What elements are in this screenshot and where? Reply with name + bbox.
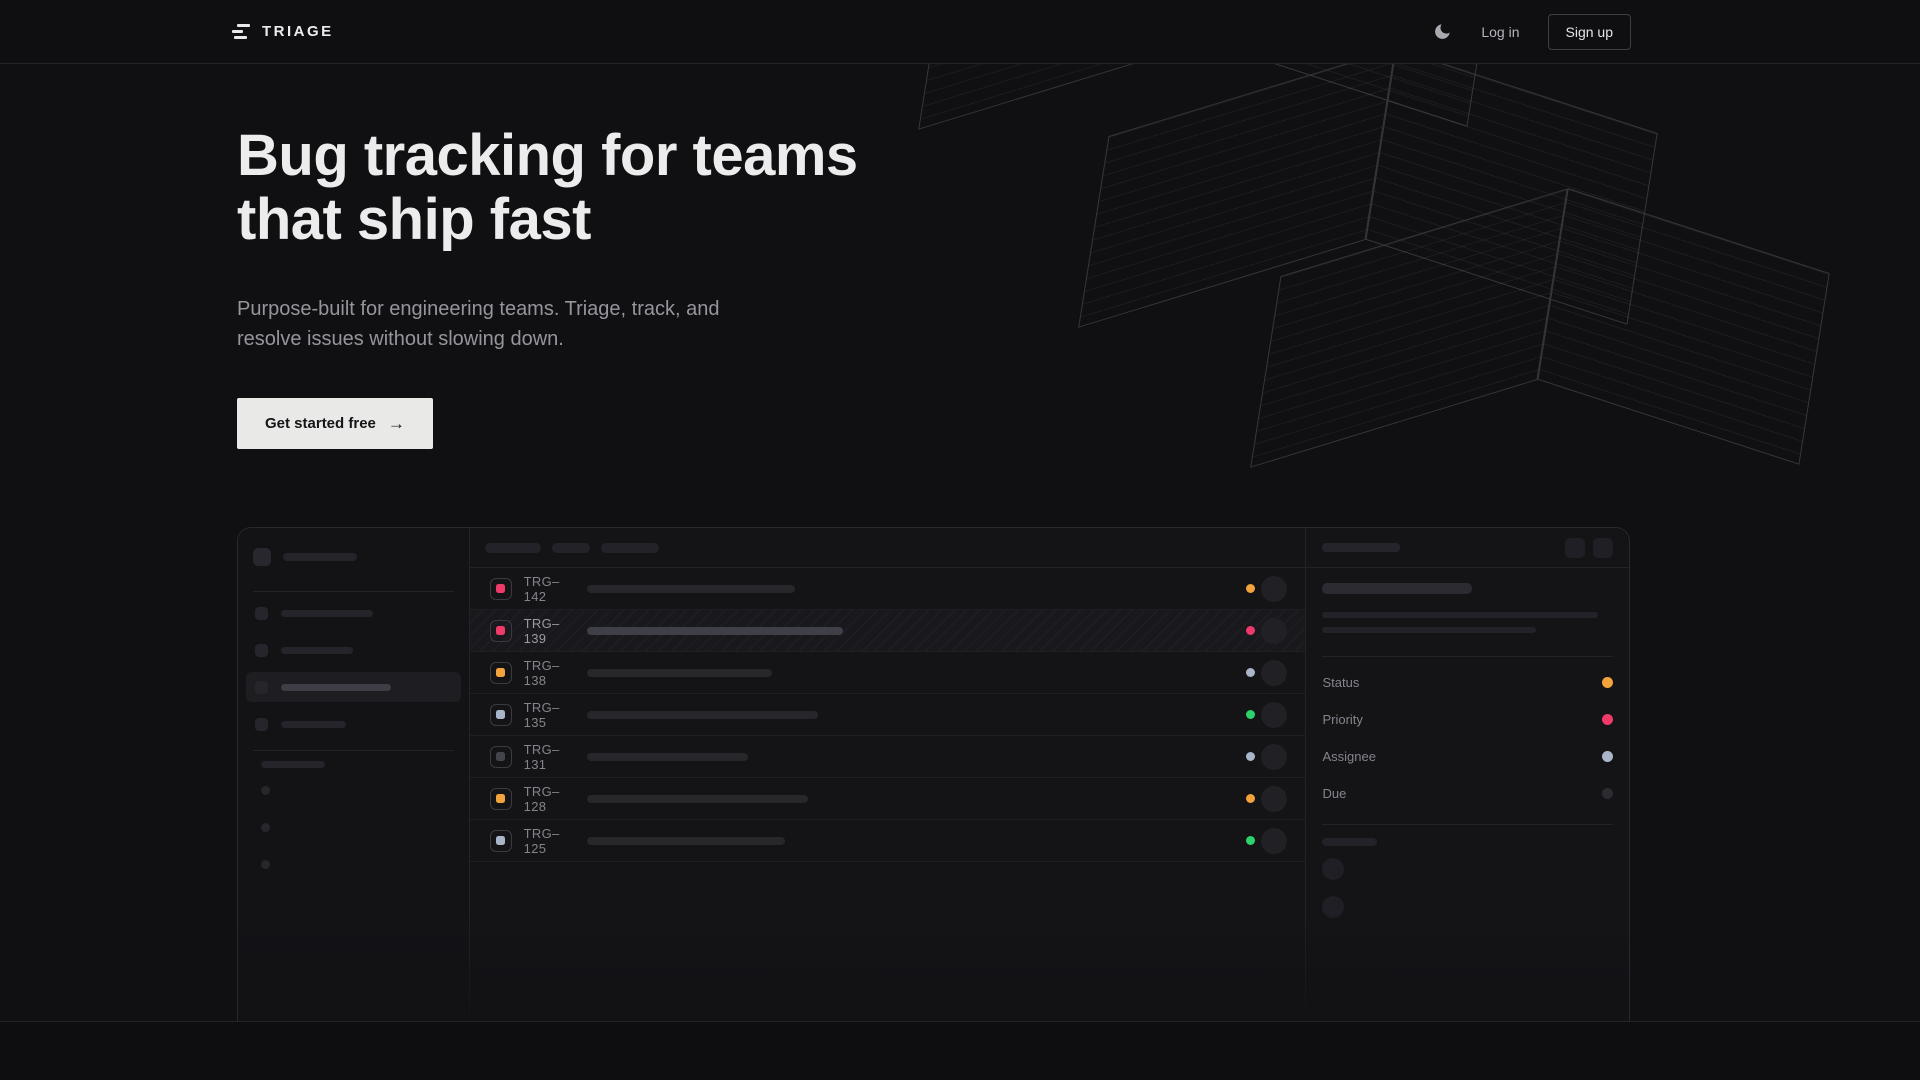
mockup-issue-list: TRG–142 TRG–139 TRG–138 TR (470, 528, 1306, 1021)
signup-button[interactable]: Sign up (1548, 14, 1631, 50)
status-value-dot (1602, 677, 1613, 688)
issue-row: TRG–138 (470, 652, 1306, 694)
moon-icon (1433, 22, 1452, 41)
issue-row: TRG–142 (470, 568, 1306, 610)
activity-avatar (1322, 896, 1344, 918)
top-nav: TRIAGE Log in Sign up (0, 0, 1920, 64)
avatar (1261, 702, 1287, 728)
status-dot (1246, 668, 1255, 677)
brand-logo: TRIAGE (232, 23, 334, 40)
mockup-detail-header (1306, 528, 1629, 568)
hero-subtitle: Purpose-built for engineering teams. Tri… (237, 294, 719, 354)
get-started-button[interactable]: Get started free → (237, 398, 433, 449)
avatar (1261, 618, 1287, 644)
hero-title: Bug tracking for teams that ship fast (237, 124, 858, 252)
arrow-right-icon: → (388, 414, 405, 434)
triage-logo-icon (232, 24, 250, 39)
issue-type-icon (490, 620, 512, 642)
property-row-assignee: Assignee (1322, 738, 1613, 775)
issue-type-icon (490, 704, 512, 726)
issue-row: TRG–128 (470, 778, 1306, 820)
theme-toggle-button[interactable] (1431, 21, 1453, 43)
brand-name: TRIAGE (262, 23, 334, 40)
mockup-detail-panel: Status Priority Assignee Due (1305, 528, 1629, 1021)
wireframe-ribbon (918, 64, 1503, 218)
avatar (1261, 576, 1287, 602)
mockup-sidebar (238, 528, 470, 1021)
property-row-due: Due (1322, 775, 1613, 812)
priority-value-dot (1602, 714, 1613, 725)
status-dot (1246, 794, 1255, 803)
issue-type-icon (490, 746, 512, 768)
issue-type-icon (490, 830, 512, 852)
assignee-value-dot (1602, 751, 1613, 762)
login-link[interactable]: Log in (1481, 24, 1519, 40)
avatar (1261, 744, 1287, 770)
avatar (1261, 786, 1287, 812)
issue-type-icon (490, 578, 512, 600)
wireframe-ribbon (1078, 64, 1663, 416)
issue-row: TRG–125 (470, 820, 1306, 862)
sidebar-item-active (246, 672, 461, 702)
mockup-list-header (470, 528, 1306, 568)
hero-section: Bug tracking for teams that ship fast Pu… (0, 64, 1920, 1021)
property-row-priority: Priority (1322, 701, 1613, 738)
issue-row: TRG–131 (470, 736, 1306, 778)
issue-row-selected: TRG–139 (470, 610, 1306, 652)
status-dot (1246, 752, 1255, 761)
status-dot (1246, 584, 1255, 593)
sidebar-item (246, 709, 461, 739)
status-dot (1246, 626, 1255, 635)
due-value-dot (1602, 788, 1613, 799)
footer (0, 1021, 1920, 1080)
panel-action-button (1593, 538, 1613, 558)
app-mockup-window: TRG–142 TRG–139 TRG–138 TR (237, 527, 1630, 1021)
wireframe-ribbon (1250, 146, 1835, 556)
avatar (1261, 660, 1287, 686)
issue-type-icon (490, 788, 512, 810)
panel-action-button (1565, 538, 1585, 558)
activity-avatar (1322, 858, 1344, 880)
issue-type-icon (490, 662, 512, 684)
sidebar-item (246, 635, 461, 665)
status-dot (1246, 836, 1255, 845)
property-row-status: Status (1322, 664, 1613, 701)
workspace-icon (253, 548, 271, 566)
sidebar-item (246, 598, 461, 628)
avatar (1261, 828, 1287, 854)
mockup-workspace (253, 548, 357, 566)
issue-row: TRG–135 (470, 694, 1306, 736)
status-dot (1246, 710, 1255, 719)
